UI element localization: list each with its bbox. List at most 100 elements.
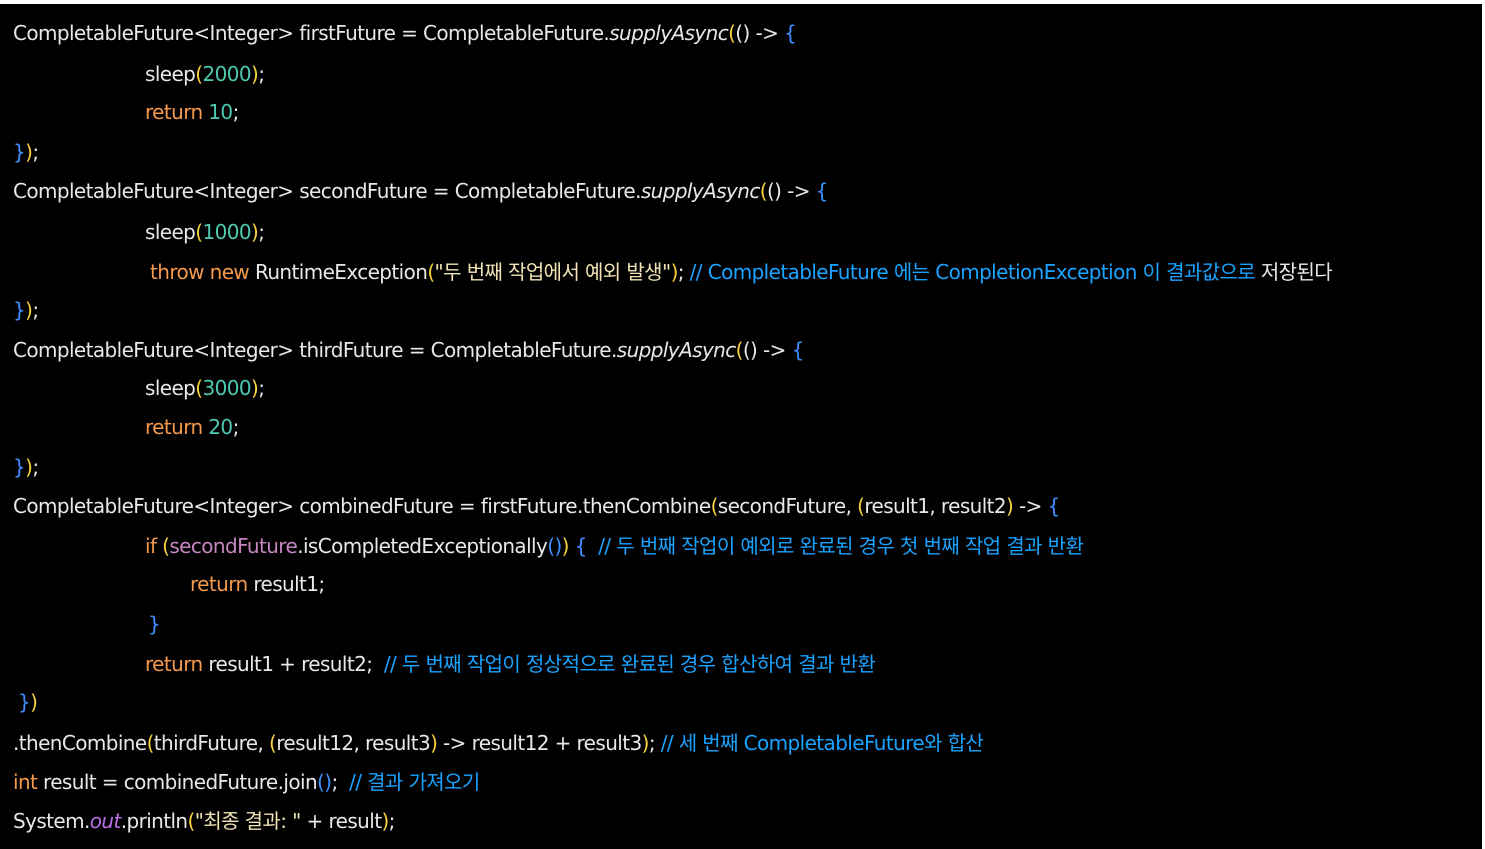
code-token-keyword: if <box>145 534 163 558</box>
code-token-default: () -> <box>735 21 784 45</box>
code-token-default: System. <box>13 809 90 833</box>
code-line: sleep(3000); <box>145 371 265 405</box>
code-token-brace: { <box>574 534 588 558</box>
code-token-comment: // 두 번째 작업이 예외로 완료된 경우 첫 번째 작업 결과 반환 <box>586 534 1084 558</box>
code-token-brace: } <box>13 140 26 164</box>
code-token-paren: ) <box>381 809 389 833</box>
code-token-default: + result <box>300 809 383 833</box>
code-token-paren: ) <box>670 260 679 284</box>
code-token-string: "최종 결과: " <box>194 809 302 833</box>
code-token-keyword: return <box>145 100 209 124</box>
code-token-brace: { <box>815 179 829 203</box>
code-token-number: 20 <box>208 415 233 439</box>
code-token-default: ; <box>258 220 265 244</box>
code-token-paren: ( <box>146 731 155 755</box>
code-token-default: ; <box>232 415 240 439</box>
code-token-static-field: out <box>89 809 122 833</box>
code-token-italic-method: supplyAsync <box>640 179 760 203</box>
code-line: CompletableFuture<Integer> secondFuture … <box>13 174 828 208</box>
code-token-italic-method: supplyAsync <box>616 338 736 362</box>
code-token-default: result1 <box>253 572 319 596</box>
code-token-default: RuntimeException <box>254 260 428 284</box>
code-token-keyword: return <box>145 652 209 676</box>
code-token-default: .isCompletedExceptionally <box>297 534 548 558</box>
code-token-paren: ) <box>30 690 38 714</box>
code-token-default: 저장된다 <box>1260 260 1333 284</box>
code-line: }); <box>13 135 39 169</box>
code-token-default: ; <box>331 770 350 794</box>
code-token-default: () -> <box>742 338 792 362</box>
code-token-paren: ( <box>710 494 719 518</box>
code-token-comment: // 세 번째 CompletableFuture와 합산 <box>660 731 984 755</box>
code-line: if (secondFuture.isCompletedExceptionall… <box>145 529 1084 563</box>
code-token-paren: ( <box>195 376 203 400</box>
code-line: return result1 + result2; // 두 번째 작업이 정상… <box>145 647 876 681</box>
code-line: int result = combinedFuture.join(); // 결… <box>13 765 480 799</box>
code-token-string: "두 번째 작업에서 예외 발생" <box>434 260 672 284</box>
code-line: .thenCombine(thirdFuture, (result12, res… <box>13 726 984 760</box>
code-token-brace: } <box>148 612 161 636</box>
code-token-italic-method: supplyAsync <box>609 21 729 45</box>
code-token-paren: ( <box>759 179 768 203</box>
code-line: CompletableFuture<Integer> thirdFuture =… <box>13 333 804 367</box>
code-line: System.out.println("최종 결과: " + result); <box>13 804 395 838</box>
code-line: sleep(1000); <box>145 215 265 249</box>
code-token-default: ; <box>258 376 265 400</box>
code-token-keyword: return <box>145 415 209 439</box>
code-token-paren: ( <box>195 220 203 244</box>
code-line: }); <box>13 450 39 484</box>
code-token-paren: ( <box>187 809 196 833</box>
code-token-number: 10 <box>208 100 233 124</box>
code-token-comment: // 결과 가져오기 <box>349 770 480 794</box>
code-token-brace: { <box>784 21 797 45</box>
code-token-default: .thenCombine <box>13 731 147 755</box>
code-token-brace: () <box>317 770 332 794</box>
code-token-keyword: int <box>13 770 44 794</box>
code-token-number: 2000 <box>202 62 252 86</box>
code-token-number: 3000 <box>202 376 252 400</box>
code-token-default: CompletableFuture<Integer> secondFuture … <box>13 179 641 203</box>
code-token-default: () -> <box>766 179 816 203</box>
code-token-default: ; <box>32 455 39 479</box>
code-token-default: ; <box>388 809 396 833</box>
code-token-comment: // 두 번째 작업이 정상적으로 완료된 경우 합산하여 결과 반환 <box>383 652 876 676</box>
code-token-paren: ) <box>641 731 650 755</box>
code-line: }); <box>13 293 39 327</box>
code-token-default: ; <box>648 731 661 755</box>
code-token-method: sleep <box>145 220 196 244</box>
code-token-paren: ( <box>735 338 744 362</box>
code-token-default: result1, result2 <box>864 494 1007 518</box>
code-token-default: result = combinedFuture.join <box>43 770 318 794</box>
code-token-default: CompletableFuture<Integer> firstFuture =… <box>13 21 610 45</box>
code-token-default: ; <box>32 140 39 164</box>
code-token-default: thirdFuture, <box>153 731 270 755</box>
code-token-paren: ) <box>561 534 570 558</box>
code-token-brace: } <box>18 690 31 714</box>
code-token-number: 1000 <box>202 220 252 244</box>
code-token-default: CompletableFuture<Integer> thirdFuture =… <box>13 338 617 362</box>
code-token-brace: { <box>791 338 805 362</box>
code-token-default: ; <box>32 298 39 322</box>
code-token-default: result12, result3 <box>276 731 431 755</box>
code-token-brace: { <box>1047 494 1061 518</box>
code-token-default: ; <box>232 100 240 124</box>
code-token-brace: } <box>13 455 26 479</box>
code-token-default: ; <box>677 260 690 284</box>
code-token-default: secondFuture, <box>717 494 858 518</box>
code-token-default: ; <box>366 652 384 676</box>
code-line: return result1; <box>190 567 325 601</box>
code-token-keyword: return <box>190 572 254 596</box>
code-token-brace: } <box>13 298 26 322</box>
code-line: sleep(2000); <box>145 57 265 91</box>
code-token-default: ; <box>258 62 265 86</box>
code-line: } <box>148 607 161 641</box>
code-token-default: -> <box>1013 494 1048 518</box>
code-token-method: sleep <box>145 376 196 400</box>
code-token-default: result1 + result2 <box>208 652 367 676</box>
code-token-default: CompletableFuture<Integer> combinedFutur… <box>13 494 711 518</box>
code-line: return 20; <box>145 410 239 444</box>
code-line: CompletableFuture<Integer> combinedFutur… <box>13 489 1060 523</box>
code-token-paren: ( <box>195 62 203 86</box>
code-editor[interactable]: CompletableFuture<Integer> firstFuture =… <box>0 4 1482 849</box>
code-token-brace: () <box>547 534 562 558</box>
